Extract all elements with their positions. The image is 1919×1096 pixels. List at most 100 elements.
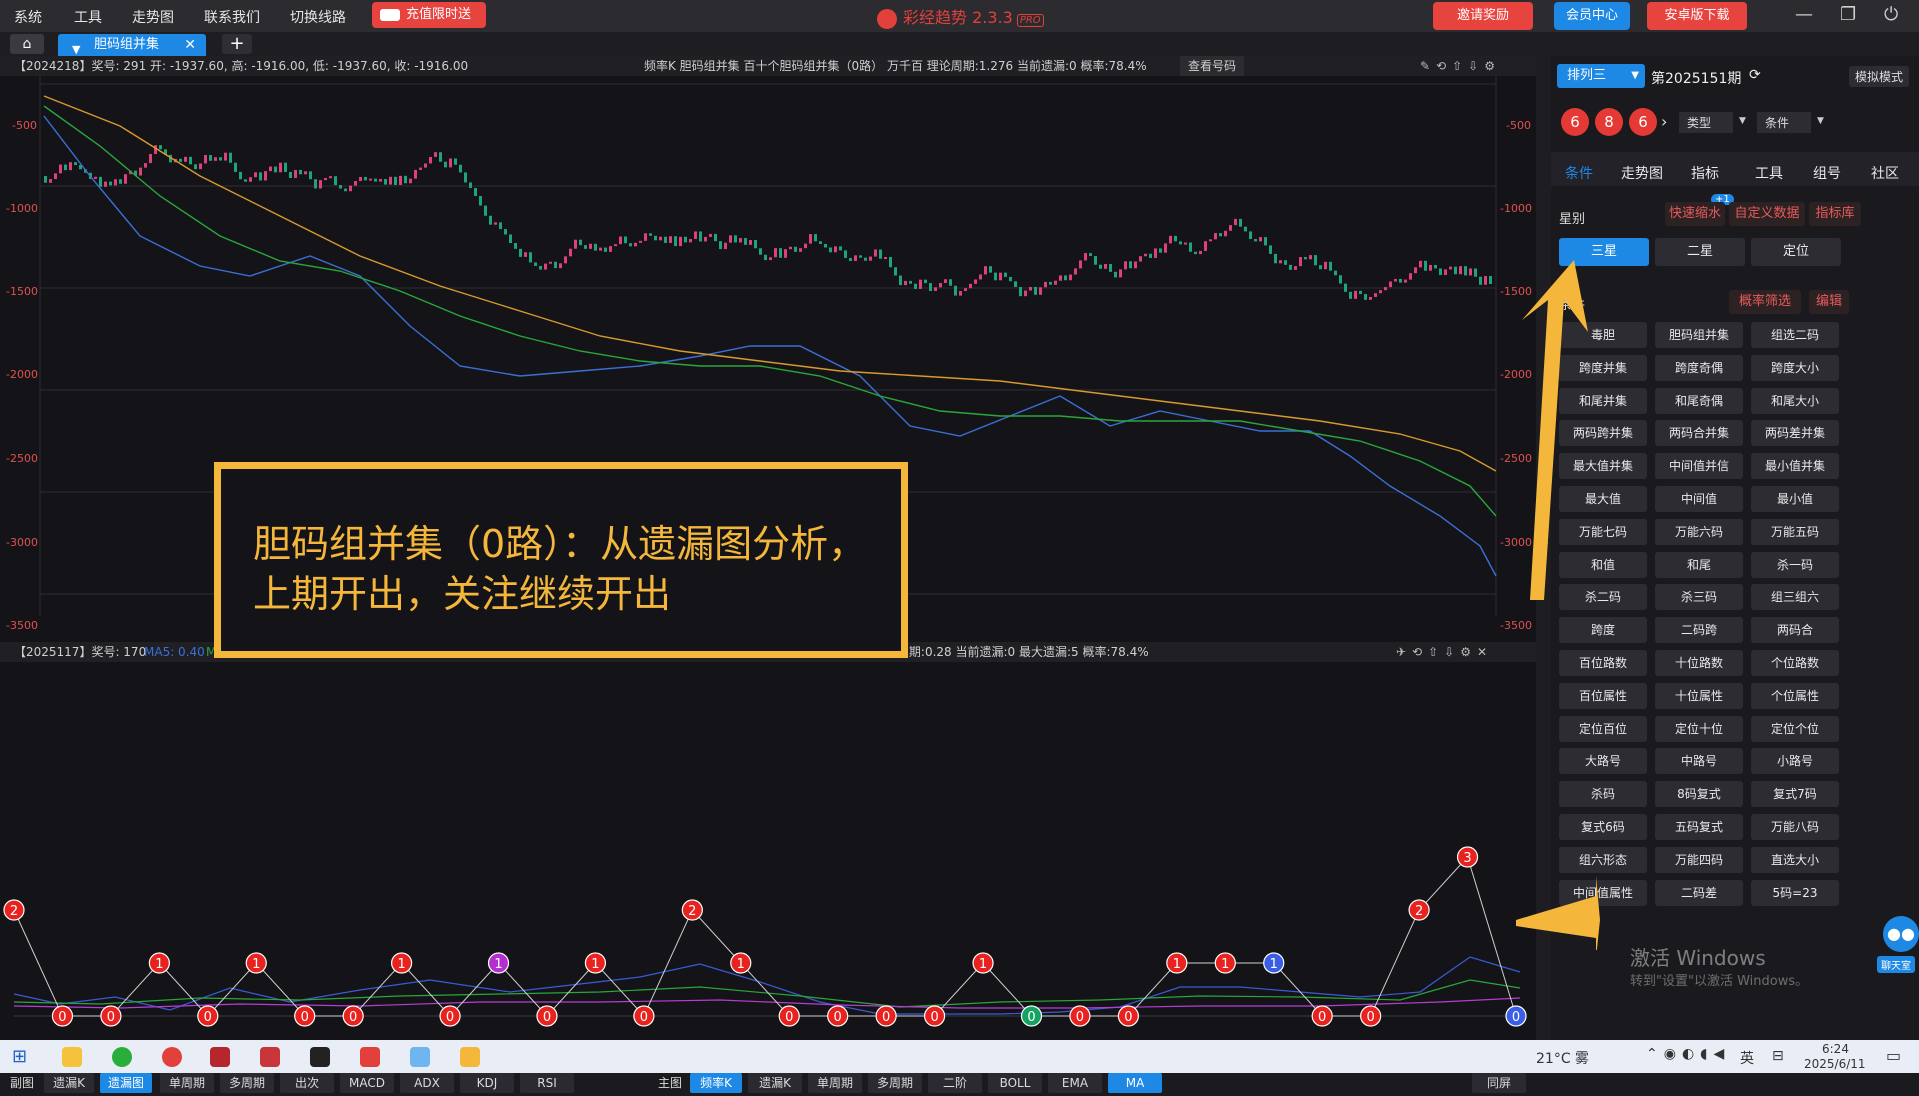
condition-item[interactable]: 十位路数: [1655, 650, 1743, 676]
side-tab-tools[interactable]: 工具: [1755, 163, 1783, 183]
recharge-button[interactable]: 充值限时送: [372, 2, 486, 28]
qq-icon[interactable]: [310, 1047, 330, 1067]
condition-item[interactable]: 最小值: [1751, 486, 1839, 512]
sub-btn-multi-period[interactable]: 多周期: [220, 1073, 274, 1093]
android-download-button[interactable]: 安卓版下载: [1647, 2, 1747, 30]
condition-item[interactable]: 万能八码: [1751, 814, 1839, 840]
notes-icon[interactable]: [410, 1047, 430, 1067]
clock-date[interactable]: 2025/6/11: [1804, 1057, 1866, 1071]
condition-item[interactable]: 5码=23: [1751, 879, 1839, 906]
probability-filter-select[interactable]: 概率筛选: [1729, 290, 1801, 314]
condition-item[interactable]: 个位路数: [1751, 650, 1839, 676]
menu-tools[interactable]: 工具: [74, 7, 102, 27]
minimize-icon[interactable]: —: [1795, 4, 1813, 25]
condition-item[interactable]: 二码差: [1655, 879, 1743, 906]
sub-btn-macd[interactable]: MACD: [340, 1073, 394, 1093]
menu-trend[interactable]: 走势图: [132, 7, 174, 27]
condition-item[interactable]: 定位十位: [1655, 715, 1743, 742]
condition-item[interactable]: 五码复式: [1655, 814, 1743, 840]
condition-item[interactable]: 十位属性: [1655, 682, 1743, 709]
wechat-icon[interactable]: [112, 1047, 132, 1067]
condition-item[interactable]: 和尾奇偶: [1655, 387, 1743, 414]
same-screen-button[interactable]: 同屏: [1472, 1073, 1526, 1093]
condition-item[interactable]: 小路号: [1751, 748, 1839, 775]
add-tab-button[interactable]: +: [222, 34, 252, 54]
condition-item[interactable]: 中间值并信: [1655, 453, 1743, 480]
type-select[interactable]: 类型: [1679, 112, 1734, 133]
position-button[interactable]: 定位: [1751, 238, 1841, 266]
indicator-lib-button[interactable]: 指标库: [1809, 202, 1861, 226]
condition-item[interactable]: 胆码组并集: [1655, 322, 1743, 348]
chat-bubble-icon[interactable]: ●●: [1883, 916, 1919, 952]
condition-item[interactable]: 万能六码: [1655, 518, 1743, 545]
side-tab-conditions[interactable]: 条件: [1565, 163, 1593, 183]
ime-indicator[interactable]: 英: [1740, 1048, 1754, 1068]
condition-item[interactable]: 跨度大小: [1751, 354, 1839, 381]
condition-item[interactable]: 万能四码: [1655, 846, 1743, 873]
omission-chart[interactable]: 2 0 0 1 0 1 0 0 1 0 1 0 1 0 2 1 0 0 0 0 1 0 0 0 1 1 1 0 0 2 3 0: [0, 662, 1536, 1070]
condition-item[interactable]: 和尾: [1655, 551, 1743, 578]
condition-item[interactable]: 杀三码: [1655, 584, 1743, 611]
simulation-mode-button[interactable]: 模拟模式: [1849, 66, 1910, 87]
sub-btn-rsi[interactable]: RSI: [520, 1073, 574, 1093]
chart-control-icons[interactable]: ✎⟲⇧⇩⚙: [1420, 56, 1501, 76]
condition-item[interactable]: 组选二码: [1751, 322, 1839, 348]
view-numbers-button[interactable]: 查看号码: [1180, 56, 1245, 76]
sub-btn-omission-chart[interactable]: 遗漏图: [100, 1073, 152, 1093]
condition-item[interactable]: 中路号: [1655, 748, 1743, 775]
file-explorer-icon[interactable]: [62, 1047, 82, 1067]
condition-item[interactable]: 中间值: [1655, 486, 1743, 512]
condition-item[interactable]: 组三组六: [1751, 584, 1839, 611]
clock-time[interactable]: 6:24: [1822, 1042, 1849, 1056]
wps-icon[interactable]: [360, 1047, 380, 1067]
main-btn-multi-period[interactable]: 多周期: [868, 1073, 922, 1093]
refresh-icon[interactable]: ⟳: [1749, 67, 1761, 83]
close-app-icon[interactable]: ⏻: [1884, 4, 1898, 25]
app-icon[interactable]: [210, 1047, 230, 1067]
tab-dan-group[interactable]: ▼ 胆码组并集 ✕: [58, 34, 206, 56]
condition-item[interactable]: 最小值并集: [1751, 453, 1839, 480]
quick-shrink-button[interactable]: 快速缩水: [1665, 202, 1725, 226]
sub-btn-adx[interactable]: ADX: [400, 1073, 454, 1093]
sub-btn-single-period[interactable]: 单周期: [160, 1073, 214, 1093]
sub-btn-omission-k[interactable]: 遗漏K: [44, 1073, 94, 1093]
tab-close-icon[interactable]: ✕: [184, 34, 196, 56]
main-btn-single-period[interactable]: 单周期: [808, 1073, 862, 1093]
maximize-icon[interactable]: ❐: [1840, 4, 1856, 25]
condition-item[interactable]: 个位属性: [1751, 682, 1839, 709]
menu-contact[interactable]: 联系我们: [204, 7, 260, 27]
tray-icons[interactable]: ⌃◉◐◖◀: [1646, 1046, 1730, 1062]
home-icon[interactable]: ⌂: [10, 34, 44, 54]
edit-button[interactable]: 编辑: [1809, 290, 1849, 314]
sub-btn-kdj[interactable]: KDJ: [460, 1073, 514, 1093]
keyboard-icon[interactable]: ⊟: [1772, 1048, 1784, 1064]
weather-text[interactable]: 21°C 雾: [1536, 1048, 1589, 1068]
condition-item[interactable]: 万能五码: [1751, 518, 1839, 545]
lottery-select[interactable]: 排列三 ▼: [1557, 64, 1645, 88]
browser-icon[interactable]: [162, 1047, 182, 1067]
condition-item[interactable]: 直选大小: [1751, 846, 1839, 873]
condition-item[interactable]: 杀一码: [1751, 551, 1839, 578]
invite-button[interactable]: 邀请奖励: [1433, 2, 1533, 30]
condition-item[interactable]: 复式7码: [1751, 781, 1839, 808]
sub-chart-control-icons[interactable]: ✈⟲⇧⇩⚙✕: [1396, 642, 1493, 662]
condition-item[interactable]: 两码差并集: [1751, 420, 1839, 447]
main-btn-ma[interactable]: MA: [1108, 1073, 1162, 1093]
condition-item[interactable]: 二码跨: [1655, 617, 1743, 644]
main-btn-second-order[interactable]: 二阶: [928, 1073, 982, 1093]
notification-icon[interactable]: ▭: [1886, 1046, 1901, 1065]
next-arrow-icon[interactable]: ›: [1661, 112, 1667, 131]
condition-item[interactable]: 跨度奇偶: [1655, 354, 1743, 381]
menu-system[interactable]: 系统: [14, 7, 42, 27]
condition-item[interactable]: 定位个位: [1751, 715, 1839, 742]
side-tab-trend[interactable]: 走势图: [1621, 163, 1663, 183]
condition-item[interactable]: 两码合: [1751, 617, 1839, 644]
menu-switch-line[interactable]: 切换线路: [290, 7, 346, 27]
misc-app-icon[interactable]: [460, 1047, 480, 1067]
condition-item[interactable]: 两码合并集: [1655, 420, 1743, 447]
main-btn-boll[interactable]: BOLL: [988, 1073, 1042, 1093]
side-tab-group[interactable]: 组号: [1813, 163, 1841, 183]
custom-data-button[interactable]: 自定义数据: [1729, 202, 1805, 226]
chat-room-label[interactable]: 聊天室: [1877, 956, 1915, 973]
main-btn-ema[interactable]: EMA: [1048, 1073, 1102, 1093]
